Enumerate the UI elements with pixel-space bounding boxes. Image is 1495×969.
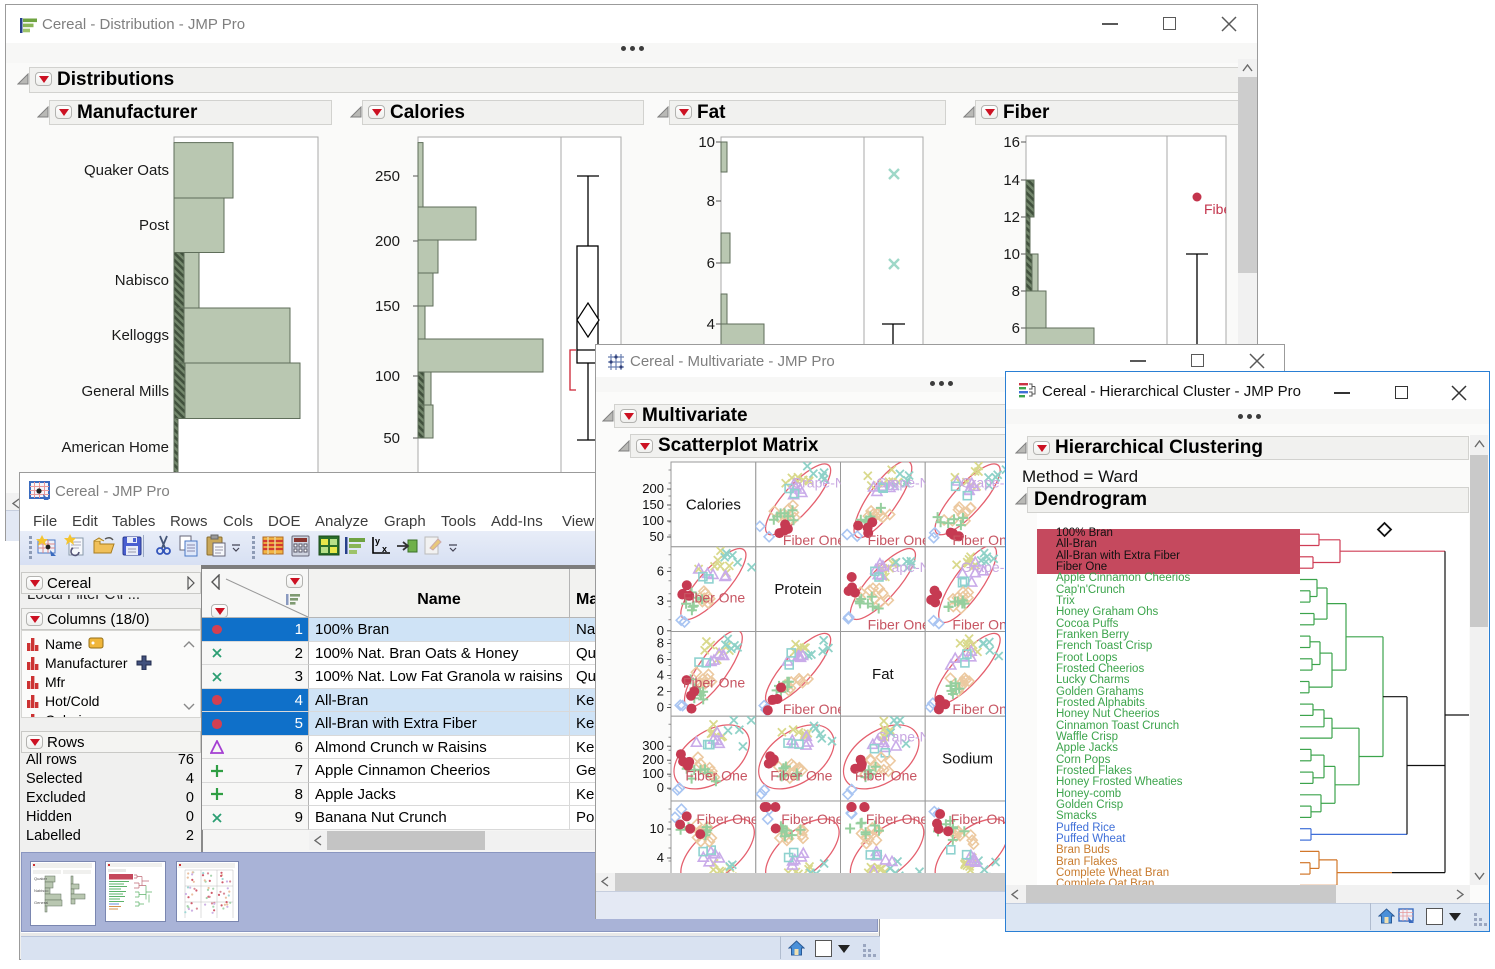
svg-text:Fiber One: Fiber One xyxy=(951,811,1013,827)
svg-text:Fat: Fat xyxy=(872,666,895,683)
svg-text:Nabisco: Nabisco xyxy=(115,272,169,289)
svg-text:General Mills: General Mills xyxy=(81,383,169,400)
svg-text:50: 50 xyxy=(650,529,664,544)
svg-text:8: 8 xyxy=(707,193,715,210)
svg-text:6: 6 xyxy=(657,563,664,578)
svg-text:150: 150 xyxy=(375,298,400,315)
svg-text:100: 100 xyxy=(375,368,400,385)
svg-text:10: 10 xyxy=(650,821,664,836)
svg-text:Fiber One: Fiber One xyxy=(868,532,930,548)
svg-text:12: 12 xyxy=(1003,209,1020,226)
svg-text:Fiber One: Fiber One xyxy=(855,768,917,784)
svg-text:200: 200 xyxy=(375,233,400,250)
svg-text:200: 200 xyxy=(642,752,664,767)
svg-text:2: 2 xyxy=(657,684,664,699)
svg-text:4: 4 xyxy=(657,668,664,683)
svg-text:16: 16 xyxy=(1003,134,1020,151)
svg-text:Fiber One: Fiber One xyxy=(783,701,845,717)
svg-text:8: 8 xyxy=(657,636,664,651)
svg-text:3: 3 xyxy=(657,593,664,608)
svg-text:200: 200 xyxy=(642,481,664,496)
svg-text:4: 4 xyxy=(707,316,715,333)
svg-text:Fiber One: Fiber One xyxy=(866,811,928,827)
svg-text:100: 100 xyxy=(642,766,664,781)
svg-text:6: 6 xyxy=(657,652,664,667)
svg-text:Kelloggs: Kelloggs xyxy=(111,327,169,344)
svg-text:Protein: Protein xyxy=(774,581,822,598)
svg-text:Fiber One: Fiber One xyxy=(685,768,747,784)
svg-text:100: 100 xyxy=(642,513,664,528)
svg-text:Fiber One: Fiber One xyxy=(783,532,845,548)
svg-text:0: 0 xyxy=(657,700,664,715)
svg-text:Calories: Calories xyxy=(686,496,741,513)
svg-text:General: General xyxy=(34,900,48,905)
svg-text:x: x xyxy=(382,544,387,554)
svg-text:250: 250 xyxy=(375,168,400,185)
svg-text:Nabisco: Nabisco xyxy=(34,888,49,893)
svg-text:Fiber One: Fiber One xyxy=(683,590,745,606)
svg-text:300: 300 xyxy=(642,738,664,753)
svg-text:y: y xyxy=(375,536,380,546)
svg-text:6: 6 xyxy=(1012,320,1020,337)
svg-text:10: 10 xyxy=(1003,246,1020,263)
svg-text:Fiber One: Fiber One xyxy=(696,811,758,827)
svg-text:Fiber One: Fiber One xyxy=(781,811,843,827)
svg-text:8: 8 xyxy=(1012,283,1020,300)
svg-text:14: 14 xyxy=(1003,172,1020,189)
svg-text:Quaker: Quaker xyxy=(34,876,48,881)
svg-text:Sodium: Sodium xyxy=(942,751,993,768)
svg-text:4: 4 xyxy=(657,850,664,865)
svg-text:Quaker Oats: Quaker Oats xyxy=(84,162,169,179)
svg-text:Fiber One: Fiber One xyxy=(770,768,832,784)
svg-text:Post: Post xyxy=(139,217,170,234)
svg-text:0: 0 xyxy=(657,780,664,795)
svg-text:Fiber One: Fiber One xyxy=(868,617,930,633)
svg-text:50: 50 xyxy=(383,430,400,447)
svg-text:American Home: American Home xyxy=(61,439,169,456)
svg-text:10: 10 xyxy=(698,134,715,151)
svg-text:Fiber One: Fiber One xyxy=(683,674,745,690)
svg-text:150: 150 xyxy=(642,497,664,512)
svg-text:6: 6 xyxy=(707,255,715,272)
